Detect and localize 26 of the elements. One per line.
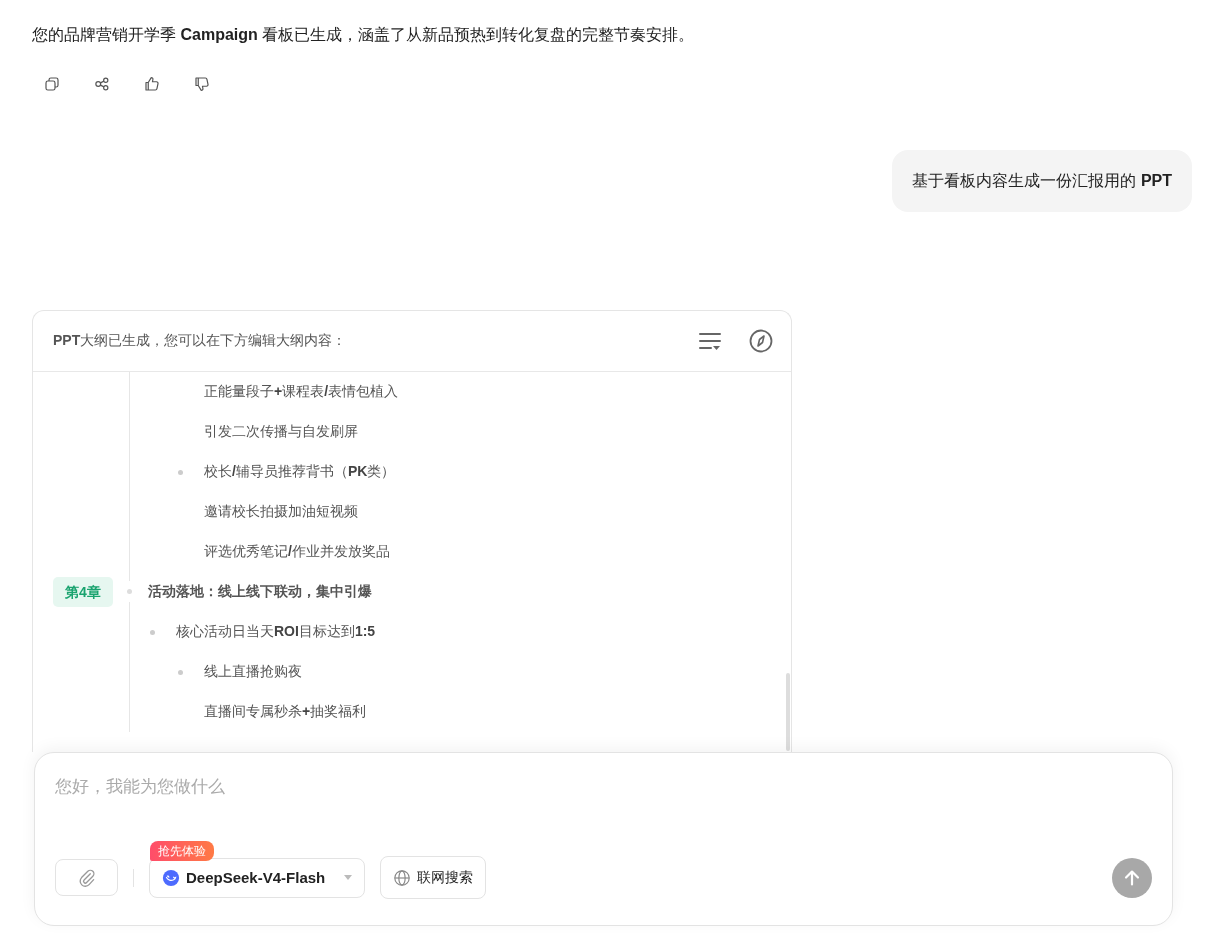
copy-icon (43, 75, 61, 93)
outline-item[interactable]: 核心活动日当天ROI目标达到1:5 (176, 623, 376, 641)
outline-item[interactable]: 直播间专属秒杀+抽奖福利 (204, 703, 367, 721)
chapter-title[interactable]: 活动落地：线上线下联动，集中引爆 (148, 583, 372, 601)
thumbs-up-icon (143, 75, 161, 93)
share-icon (93, 75, 111, 93)
web-search-button[interactable]: 联网搜索 (380, 856, 486, 899)
outline-item[interactable]: 评选优秀笔记/作业并发放奖品 (204, 543, 390, 561)
model-select[interactable]: DeepSeek-V4-Flash (149, 857, 365, 898)
promo-badge: 抢先体验 (150, 840, 214, 861)
panel-title: PPT大纲已生成，您可以在下方编辑大纲内容： (53, 332, 348, 350)
outline-item[interactable]: 正能量段子+课程表/表情包植入 (204, 383, 399, 401)
bullet-dot (150, 629, 155, 635)
thumbs-down-icon (193, 75, 211, 93)
bullet-dot (178, 469, 183, 475)
globe-icon (393, 868, 411, 887)
caret-icon (344, 875, 352, 880)
outline-item[interactable]: 线上直播抢购夜 (204, 663, 302, 681)
bullet-dot (178, 669, 183, 675)
outline-item[interactable]: 校长/辅导员推荐背书（PK类） (204, 463, 396, 481)
compass-icon[interactable] (749, 329, 773, 353)
outline-item[interactable]: 邀请校长拍摄加油短视频 (204, 503, 358, 521)
message-text: 您的品牌营销开学季 Campaign 看板已生成，涵盖了从新品预热到转化复盘的完整节奏安排。 (32, 25, 696, 45)
chapter-badge: 第4章 (53, 577, 113, 607)
outline-item[interactable]: 引发二次传播与自发刷屏 (204, 423, 358, 441)
user-message: 基于看板内容生成一份汇报用的 PPT (892, 150, 1192, 212)
